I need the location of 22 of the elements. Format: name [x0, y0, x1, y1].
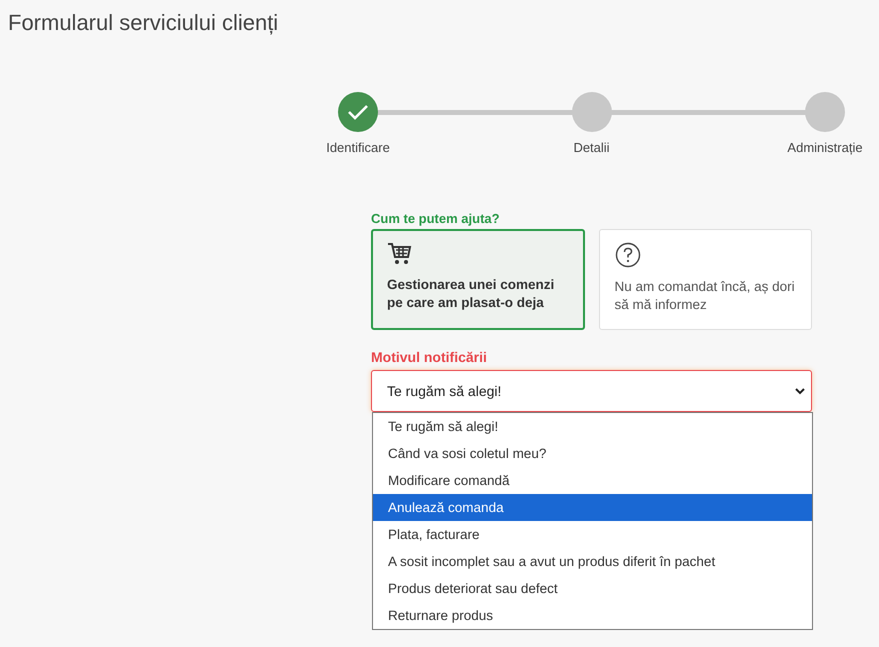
option-card[interactable]: Gestionarea unei comenzi pe care am plasat-o deja: [371, 229, 584, 330]
dropdown-option[interactable]: A sosit incomplet sau a avut un produs diferit în pachet: [373, 548, 812, 575]
page-title: Formularul serviciului clienți: [7, 9, 280, 36]
dropdown-option[interactable]: Te rugăm să alegi!: [373, 413, 812, 440]
field-label: Motivul notificării: [371, 349, 488, 365]
option-card[interactable]: Nu am comandat încă, aș dori să mă informez: [598, 229, 812, 330]
option-text: Gestionarea unei comenzi pe care am plasat-o deja: [387, 276, 556, 312]
reason-dropdown[interactable]: Te rugăm să alegi!: [371, 370, 812, 412]
dropdown-option[interactable]: Anulează comanda: [373, 494, 812, 521]
help-icon: [614, 242, 640, 268]
cart-icon: [387, 242, 413, 266]
field-label: Cum te putem ajuta?: [371, 211, 501, 226]
step-label: Detalii: [573, 140, 610, 155]
option-text: Nu am comandat încă, aș dori să mă informez: [614, 278, 796, 314]
dropdown-option[interactable]: Returnare produs: [373, 602, 812, 629]
dropdown-option[interactable]: Produs deteriorat sau defect: [373, 575, 812, 602]
step-label: Identificare: [326, 140, 390, 155]
dropdown-option[interactable]: Modificare comandă: [373, 467, 812, 494]
step-label: Administrație: [787, 140, 863, 155]
chevron-down-icon: [795, 388, 805, 394]
dropdown-option[interactable]: Când va sosi coletul meu?: [373, 440, 812, 467]
dropdown-option[interactable]: Plata, facturare: [373, 521, 812, 548]
